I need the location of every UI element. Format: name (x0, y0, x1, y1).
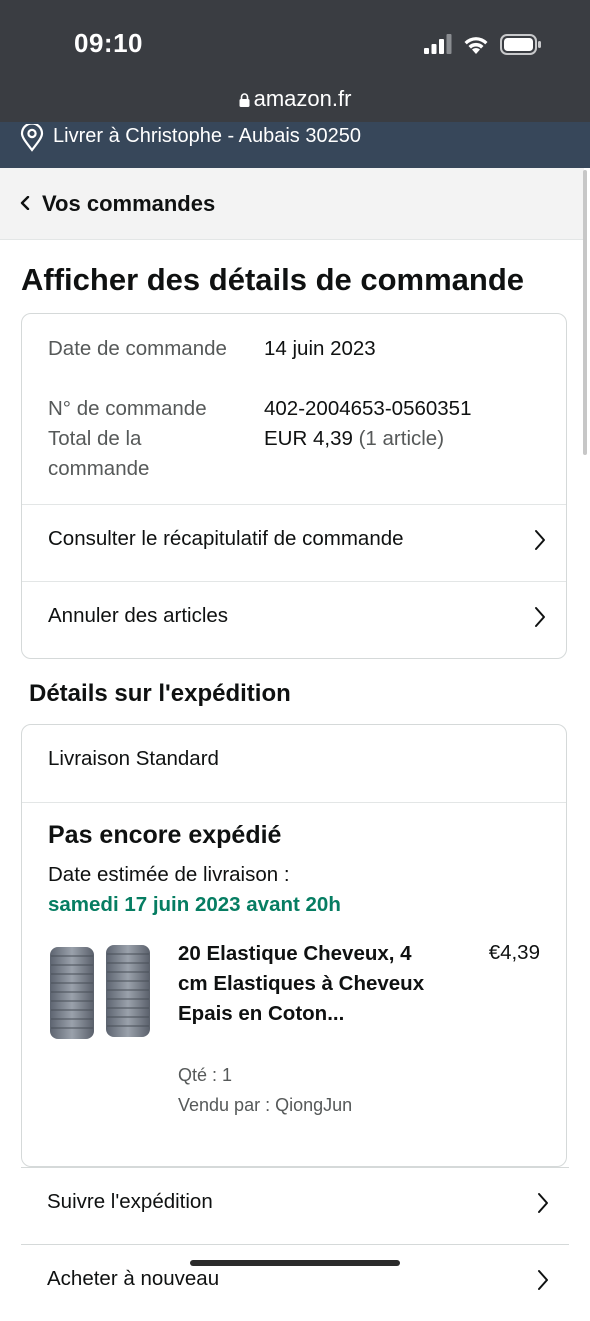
product-price: €4,39 (488, 941, 540, 964)
order-date-label: Date de commande (48, 337, 227, 360)
track-shipment-button[interactable]: Suivre l'expédition (21, 1168, 569, 1244)
track-shipment-label: Suivre l'expédition (47, 1190, 213, 1213)
chevron-right-icon (535, 530, 545, 550)
product-quantity: Qté : 1 (178, 1065, 233, 1085)
elastic-stack-left (50, 947, 94, 1039)
chevron-right-icon (538, 1270, 548, 1290)
product-seller: Vendu par : QiongJun (178, 1095, 353, 1115)
order-summary-label: Consulter le récapitulatif de commande (48, 527, 404, 550)
back-label: Vos commandes (42, 191, 216, 216)
status-icons (424, 32, 542, 56)
url-bar[interactable]: amazon.fr (0, 86, 590, 112)
chevron-left-icon (20, 196, 30, 210)
home-indicator[interactable] (190, 1260, 400, 1266)
order-number-value: 402-2004653-0560351 (264, 397, 472, 420)
cellular-signal-icon (424, 34, 452, 54)
delivery-estimate-date: samedi 17 juin 2023 avant 20h (48, 893, 341, 916)
chevron-right-icon (538, 1193, 548, 1213)
order-number-label: N° de commande (48, 397, 207, 420)
shipment-section-title: Détails sur l'expédition (29, 680, 291, 707)
wifi-icon (464, 36, 488, 54)
status-time: 09:10 (74, 28, 143, 58)
order-total-label: Total de la commande (48, 427, 150, 480)
hair-elastics-product-image[interactable] (48, 943, 154, 1043)
order-item-count: (1 article) (358, 427, 445, 450)
back-to-orders-link[interactable]: Vos commandes (0, 168, 584, 240)
order-date-value: 14 juin 2023 (264, 337, 376, 360)
divider (22, 802, 566, 803)
order-total-value: EUR 4,39 (1 article) (264, 424, 444, 454)
location-pin-icon (20, 124, 44, 152)
delivery-address-text: Livrer à Christophe - Aubais 30250 (53, 125, 361, 147)
delivery-location-bar[interactable]: Livrer à Christophe - Aubais 30250 (0, 122, 590, 168)
order-info-card: Date de commande 14 juin 2023 N° de comm… (21, 313, 567, 659)
order-summary-link[interactable]: Consulter le récapitulatif de commande (22, 505, 566, 581)
shipment-card: Livraison Standard Pas encore expédié Da… (21, 724, 567, 1167)
shipping-method: Livraison Standard (48, 747, 219, 770)
scrollbar-thumb[interactable] (583, 170, 587, 455)
order-total-amount: EUR 4,39 (264, 427, 353, 450)
battery-icon (500, 33, 541, 55)
delivery-estimate-label: Date estimée de livraison : (48, 863, 290, 886)
status-bar: 09:10 amazon.fr (0, 0, 590, 122)
shipment-status: Pas encore expédié (48, 821, 282, 849)
cancel-items-label: Annuler des articles (48, 604, 229, 627)
chevron-right-icon (535, 607, 545, 627)
cancel-items-link[interactable]: Annuler des articles (22, 582, 566, 658)
buy-again-label: Acheter à nouveau (47, 1267, 220, 1290)
buy-again-button[interactable]: Acheter à nouveau (21, 1245, 569, 1321)
elastic-stack-right (106, 945, 150, 1037)
url-domain: amazon.fr (253, 86, 352, 111)
lock-icon (239, 93, 250, 107)
product-title-link[interactable]: 20 Elastique Cheveux, 4 cm Elastiques à … (178, 939, 428, 1029)
page-title: Afficher des détails de commande (21, 262, 525, 297)
